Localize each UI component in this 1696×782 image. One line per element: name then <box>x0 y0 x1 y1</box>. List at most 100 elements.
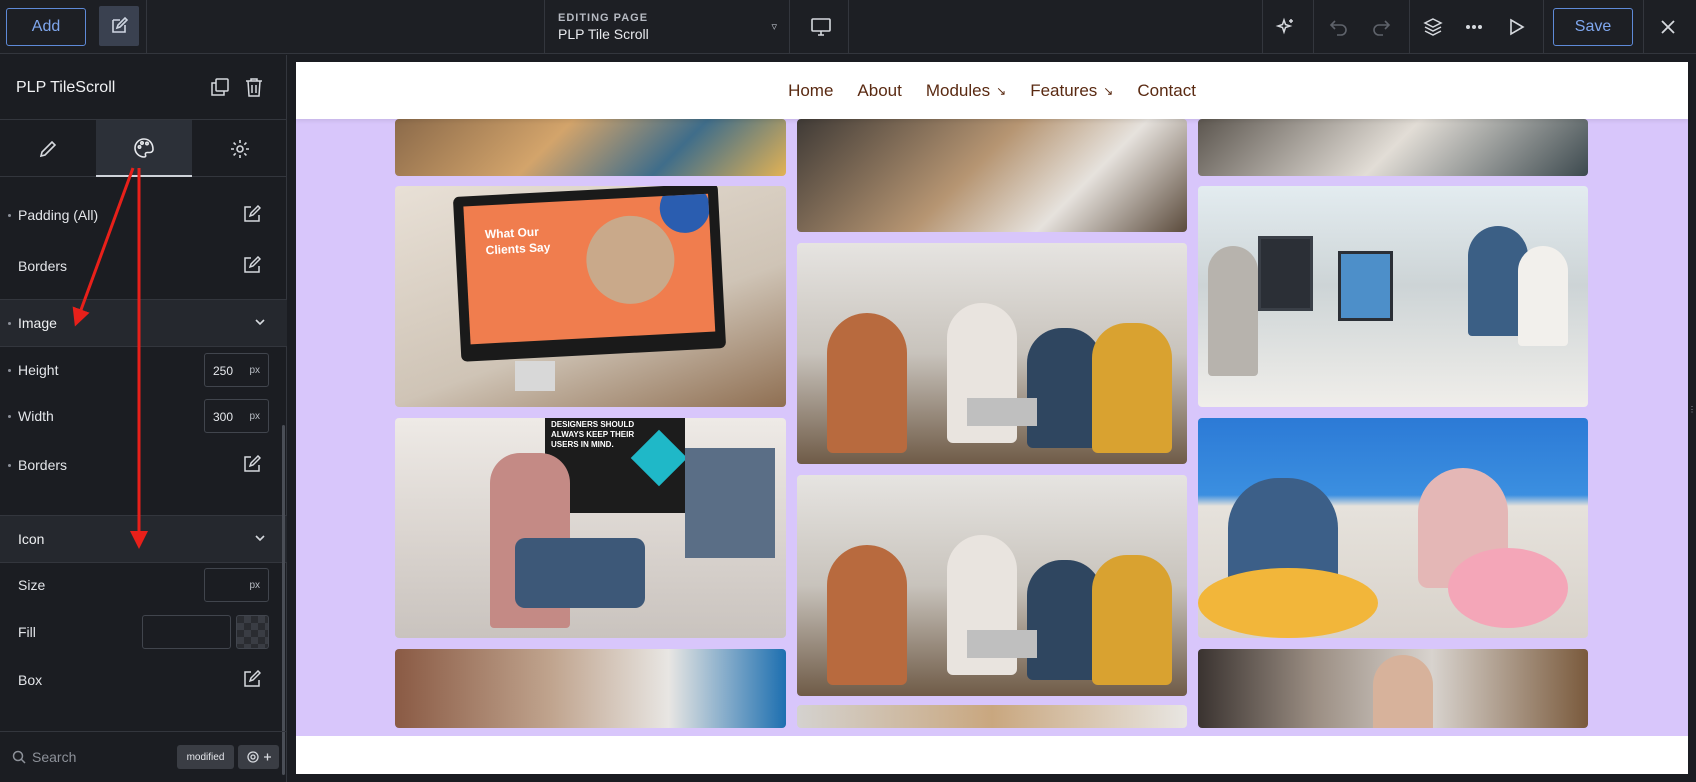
tab-advanced[interactable] <box>192 120 288 177</box>
padding-all-row[interactable]: Padding (All) <box>0 200 287 230</box>
open-office-computers-photo <box>1198 186 1588 407</box>
icon-box-row[interactable]: Box <box>0 665 287 695</box>
nav-features[interactable]: Features ↘ <box>1030 81 1113 101</box>
poster-line3: USERS IN MIND. <box>551 440 614 449</box>
portrait-circle <box>584 213 677 307</box>
edit-icon[interactable] <box>243 204 262 226</box>
more-button[interactable] <box>1459 12 1489 42</box>
team-with-tablet-photo <box>395 119 786 176</box>
tab-design[interactable] <box>96 120 192 177</box>
nav-contact[interactable]: Contact <box>1137 81 1196 101</box>
add-button[interactable]: Add <box>6 8 86 46</box>
divider <box>1409 0 1410 54</box>
face <box>1373 655 1433 728</box>
page-canvas: Home About Modules ↘ Features ↘ Contact Wh… <box>296 62 1688 774</box>
arrow-down-right-icon: ↘ <box>996 83 1007 98</box>
bullet <box>8 321 11 325</box>
group-laptop-discussion-photo-2 <box>797 475 1187 696</box>
person-4 <box>1092 323 1172 453</box>
nav-modules[interactable]: Modules ↘ <box>926 81 1006 101</box>
group-laptop-discussion-photo <box>797 243 1187 464</box>
nav-about-label: About <box>857 80 902 100</box>
monitor-1 <box>1258 236 1313 311</box>
site-navigation: Home About Modules ↘ Features ↘ Contact <box>296 62 1688 119</box>
page-selector[interactable]: EDITING PAGE PLP Tile Scroll ▿ <box>544 0 789 54</box>
laptop <box>967 398 1037 426</box>
ai-assist-button[interactable] <box>1270 12 1300 42</box>
edit-icon[interactable] <box>243 454 262 476</box>
chevron-down-icon <box>255 319 265 326</box>
fill-color-swatch[interactable] <box>236 615 269 649</box>
desktop-icon <box>811 18 831 36</box>
monitor-frame: What Our Clients Say <box>452 186 727 362</box>
image-section-header[interactable]: Image <box>0 299 287 347</box>
nav-features-label: Features <box>1030 80 1098 100</box>
divider <box>146 0 147 54</box>
close-icon <box>1661 20 1675 34</box>
laptop-meeting-photo <box>797 119 1187 232</box>
settings-search: Search modified <box>0 731 287 782</box>
more-icon <box>1466 25 1482 29</box>
layers-button[interactable] <box>1418 12 1448 42</box>
page-name: PLP Tile Scroll <box>558 26 649 42</box>
icon-section-header[interactable]: Icon <box>0 515 287 563</box>
edit-icon[interactable] <box>243 669 262 691</box>
laptop <box>967 630 1037 658</box>
duplicate-button[interactable] <box>211 78 229 101</box>
filter-settings-button[interactable] <box>238 745 279 769</box>
image-borders-row[interactable]: Borders <box>0 450 287 480</box>
edit-icon[interactable] <box>243 255 262 277</box>
tab-content[interactable] <box>0 120 96 177</box>
redo-button[interactable] <box>1366 12 1396 42</box>
desktop-preview-button[interactable] <box>806 12 836 42</box>
fill-label: Fill <box>18 624 36 640</box>
search-input[interactable]: Search <box>32 749 76 765</box>
office-strip-photo <box>797 705 1187 728</box>
size-input[interactable]: px <box>204 568 269 602</box>
board <box>685 448 775 558</box>
arrow-down-right-icon: ↘ <box>1103 83 1114 98</box>
save-button[interactable]: Save <box>1553 8 1633 46</box>
editing-caption: EDITING PAGE <box>558 12 649 24</box>
gear-plus-icon <box>246 751 271 763</box>
undo-button[interactable] <box>1324 12 1354 42</box>
bullet <box>8 368 11 372</box>
gear-icon <box>231 139 249 158</box>
chevron-down-icon <box>255 535 265 542</box>
close-button[interactable] <box>1653 12 1683 42</box>
monitor-stand <box>515 361 555 391</box>
borders-label: Borders <box>18 258 68 274</box>
height-input[interactable]: 250 px <box>204 353 269 387</box>
nav-home[interactable]: Home <box>788 81 833 101</box>
image-width-row: Width 300 px <box>0 396 287 436</box>
width-input[interactable]: 300 px <box>204 399 269 433</box>
sidebar-scrollbar[interactable] <box>282 425 285 775</box>
play-icon <box>1510 18 1525 36</box>
size-unit: px <box>249 580 260 591</box>
layers-icon <box>1423 18 1443 36</box>
pink-beanbag <box>1448 548 1568 628</box>
poster-line2: ALWAYS KEEP THEIR <box>551 430 635 439</box>
redo-icon <box>1373 20 1391 36</box>
borders-row[interactable]: Borders <box>0 251 287 281</box>
box-label: Box <box>18 672 43 688</box>
edit-icon <box>112 16 129 33</box>
poster-shape <box>630 429 688 487</box>
resize-handle[interactable]: ⋮ <box>1688 405 1696 419</box>
nav-modules-label: Modules <box>925 80 991 100</box>
monitor-text-line2: Clients Say <box>485 240 551 258</box>
delete-button[interactable] <box>245 77 263 102</box>
bullet <box>8 463 11 467</box>
nav-about[interactable]: About <box>857 81 901 101</box>
module-title: PLP TileScroll <box>16 79 116 96</box>
icon-size-row: Size px <box>0 565 287 605</box>
height-value: 250 <box>213 364 234 378</box>
padding-all-label: Padding (All) <box>18 207 99 223</box>
edit-mode-button[interactable] <box>99 6 139 46</box>
fill-color-input[interactable] <box>142 615 231 649</box>
sidebar-tabs <box>0 119 287 177</box>
preview-play-button[interactable] <box>1501 12 1531 42</box>
divider <box>1643 0 1644 54</box>
modified-filter-chip[interactable]: modified <box>177 745 234 769</box>
beanbag-conversation-photo <box>1198 418 1588 638</box>
